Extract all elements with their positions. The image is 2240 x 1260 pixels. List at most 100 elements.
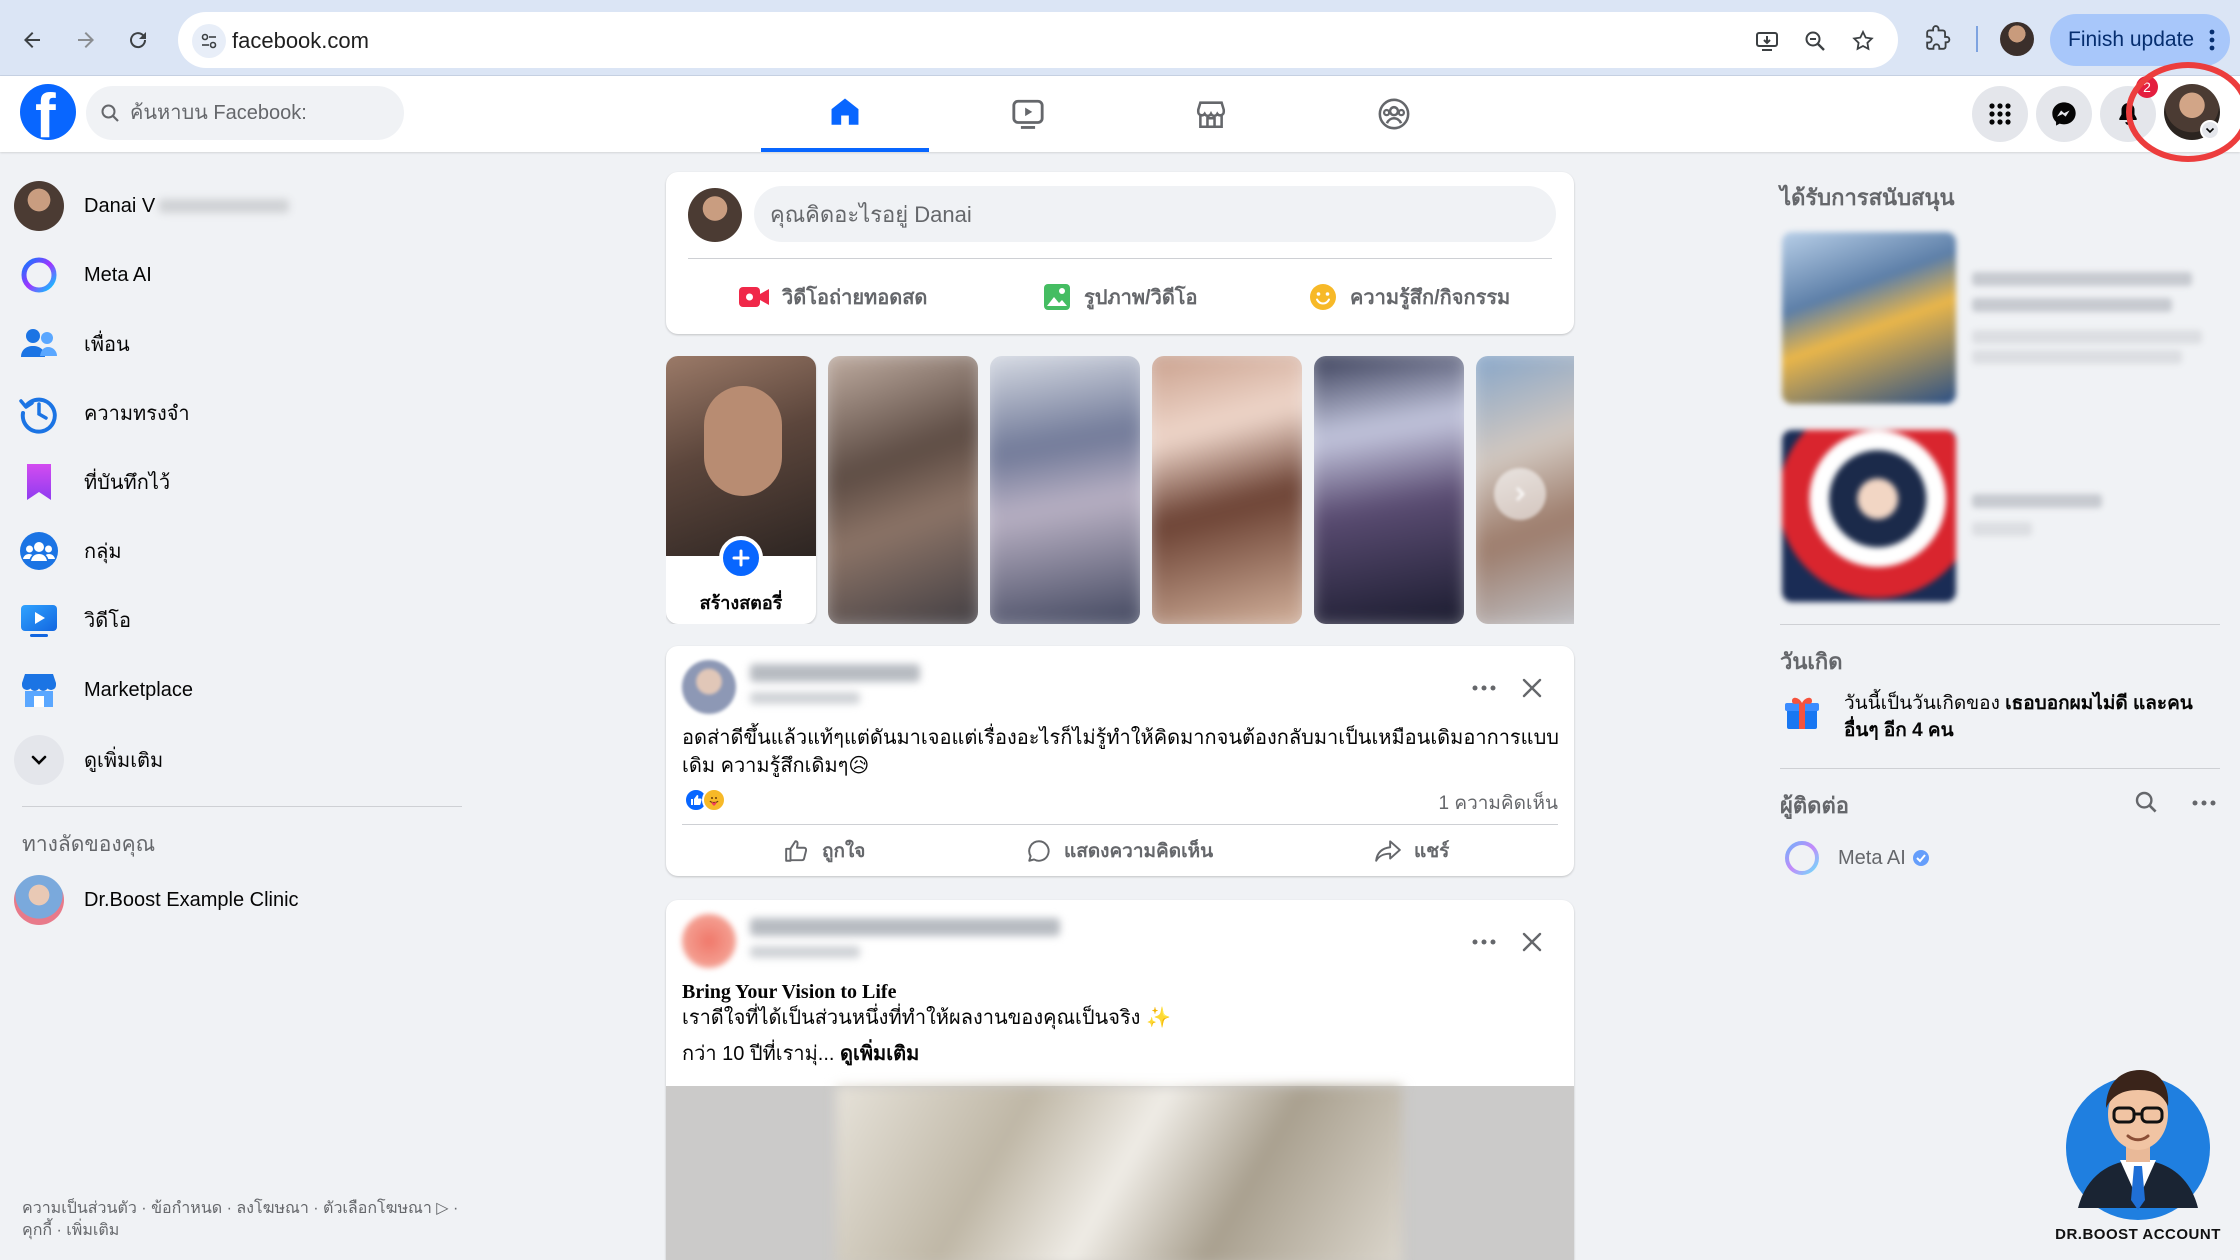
like-button[interactable]: ถูกใจ xyxy=(784,832,865,870)
composer-avatar[interactable] xyxy=(688,188,742,242)
thumbs-up-icon xyxy=(785,840,808,862)
story-card[interactable] xyxy=(1314,356,1464,624)
sidebar-item-label: Marketplace xyxy=(84,678,193,701)
contacts-more-icon[interactable] xyxy=(2192,800,2216,806)
post-author-name-blurred[interactable] xyxy=(750,664,920,682)
extensions-icon[interactable] xyxy=(1920,20,1956,56)
video-icon xyxy=(14,595,64,645)
post-author-avatar[interactable] xyxy=(682,660,736,714)
post-more-button[interactable] xyxy=(1464,922,1504,962)
marketplace-icon xyxy=(14,665,64,715)
sidebar-item-profile[interactable]: Danai V xyxy=(14,174,454,238)
ad-text-blurred[interactable] xyxy=(1972,272,2192,286)
messenger-button[interactable] xyxy=(2036,86,2092,142)
see-more-link[interactable]: ดูเพิ่มเติม xyxy=(840,1043,919,1065)
comment-count[interactable]: 1 ความคิดเห็น xyxy=(1439,788,1558,818)
tab-marketplace[interactable] xyxy=(1127,76,1295,152)
feeling-label: ความรู้สึก/กิจกรรม xyxy=(1350,287,1511,309)
ad-text-blurred[interactable] xyxy=(1972,298,2172,312)
post-author-name-blurred[interactable] xyxy=(750,918,1060,936)
share-button[interactable]: แชร์ xyxy=(1374,832,1449,870)
ad-url-blurred[interactable] xyxy=(1972,350,2182,364)
url-text[interactable]: facebook.com xyxy=(232,28,369,54)
profile-name: Danai V xyxy=(84,194,156,217)
sidebar-item-groups[interactable]: กลุ่ม xyxy=(14,519,454,583)
live-video-icon xyxy=(739,287,769,307)
shortcut-label: Dr.Boost Example Clinic xyxy=(84,888,299,911)
profile-avatar xyxy=(14,181,64,231)
share-icon xyxy=(1375,840,1401,862)
sidebar-item-marketplace[interactable]: Marketplace xyxy=(14,658,454,722)
ad-url-blurred[interactable] xyxy=(1972,330,2202,344)
sidebar-item-label: ดูเพิ่มเติม xyxy=(84,750,164,772)
bookmark-star-icon[interactable] xyxy=(1848,26,1878,56)
browser-profile-avatar[interactable] xyxy=(2000,22,2034,56)
shortcut-item[interactable]: Dr.Boost Example Clinic xyxy=(14,868,454,932)
composer-divider xyxy=(688,258,1552,259)
gift-icon xyxy=(1782,692,1822,732)
tab-video[interactable] xyxy=(944,76,1112,152)
contacts-search-icon[interactable] xyxy=(2134,790,2158,814)
zoom-icon[interactable] xyxy=(1800,26,1830,56)
sidebar-item-saved[interactable]: ที่บันทึกไว้ xyxy=(14,450,454,514)
tab-groups[interactable] xyxy=(1310,76,1478,152)
feed-post: Bring Your Vision to Life เราดีใจที่ได้เ… xyxy=(666,900,1574,1260)
grid-menu-icon xyxy=(1989,103,2011,125)
story-card[interactable] xyxy=(828,356,978,624)
post-composer: คุณคิดอะไรอยู่ Danai วิดีโอถ่ายทอดสด รูป… xyxy=(666,172,1574,334)
photo-video-label: รูปภาพ/วิดีโอ xyxy=(1084,287,1198,309)
search-icon xyxy=(101,104,119,122)
post-text-line: กว่า 10 ปีที่เรามุ่... xyxy=(682,1043,835,1065)
install-app-icon[interactable] xyxy=(1752,26,1782,56)
live-video-button[interactable]: วิดีโอถ่ายทอดสด xyxy=(738,272,927,322)
comment-button[interactable]: แสดงความคิดเห็น xyxy=(1026,832,1213,870)
post-text: อดส่าดีขึ้นแล้วแท้ๆแต่ดันมาเจอแต่เรื่องอ… xyxy=(682,727,1559,777)
post-more-button[interactable] xyxy=(1464,668,1504,708)
stories-next-button[interactable] xyxy=(1494,468,1546,520)
sidebar-item-see-more[interactable]: ดูเพิ่มเติม xyxy=(14,728,454,792)
search-input[interactable] xyxy=(130,101,390,125)
facebook-logo[interactable]: f xyxy=(20,84,76,140)
feed-post: อดส่าดีขึ้นแล้วแท้ๆแต่ดันมาเจอแต่เรื่องอ… xyxy=(666,646,1574,876)
feeling-smiley-icon xyxy=(1310,284,1336,310)
sidebar-item-friends[interactable]: เพื่อน xyxy=(14,312,454,376)
create-story-card[interactable]: สร้างสตอรี่ xyxy=(666,356,816,624)
address-bar[interactable]: facebook.com xyxy=(178,12,1898,68)
ad-image[interactable] xyxy=(1782,232,1956,404)
share-label: แชร์ xyxy=(1414,841,1450,862)
dr-boost-mascot-logo xyxy=(2058,1048,2218,1244)
photo-video-button[interactable]: รูปภาพ/วิดีโอ xyxy=(1042,272,1198,322)
post-hide-button[interactable] xyxy=(1512,922,1552,962)
reload-icon[interactable] xyxy=(120,22,156,58)
more-vert-icon xyxy=(2209,29,2215,51)
birthday-text[interactable]: วันนี้เป็นวันเกิดของ เธอบอกผมไม่ดี และคน… xyxy=(1844,690,2224,744)
contact-meta-ai[interactable]: Meta AI xyxy=(1782,838,1930,878)
back-icon[interactable] xyxy=(14,22,50,58)
site-settings-icon[interactable] xyxy=(192,24,226,58)
post-hide-button[interactable] xyxy=(1512,668,1552,708)
finish-update-button[interactable]: Finish update xyxy=(2050,14,2230,66)
care-reaction-icon xyxy=(702,788,726,812)
ad-image[interactable] xyxy=(1782,430,1956,602)
feeling-button[interactable]: ความรู้สึก/กิจกรรม xyxy=(1308,272,1510,322)
reaction-icons[interactable] xyxy=(684,788,726,812)
forward-icon[interactable] xyxy=(68,22,104,58)
browser-toolbar: facebook.com Finish update xyxy=(0,0,2240,76)
watch-icon xyxy=(1012,99,1044,129)
story-card[interactable] xyxy=(990,356,1140,624)
menu-button[interactable] xyxy=(1972,86,2028,142)
create-story-label: สร้างสตอรี่ xyxy=(699,593,783,613)
ad-url-blurred[interactable] xyxy=(1972,522,2032,536)
sidebar-item-video[interactable]: วิดีโอ xyxy=(14,588,454,652)
tab-home[interactable] xyxy=(761,76,929,152)
post-image[interactable] xyxy=(666,1086,1574,1260)
sidebar-item-memories[interactable]: ความทรงจำ xyxy=(14,381,454,445)
post-author-avatar[interactable] xyxy=(682,914,736,968)
story-card[interactable] xyxy=(1152,356,1302,624)
footer-links[interactable]: ความเป็นส่วนตัว · ข้อกำหนด · ลงโฆษณา · ต… xyxy=(22,1198,462,1242)
search-box[interactable] xyxy=(86,86,404,140)
composer-input[interactable]: คุณคิดอะไรอยู่ Danai xyxy=(754,186,1556,242)
birthdays-heading: วันเกิด xyxy=(1780,649,1843,674)
sidebar-item-meta-ai[interactable]: Meta AI xyxy=(14,243,454,307)
ad-text-blurred[interactable] xyxy=(1972,494,2102,508)
